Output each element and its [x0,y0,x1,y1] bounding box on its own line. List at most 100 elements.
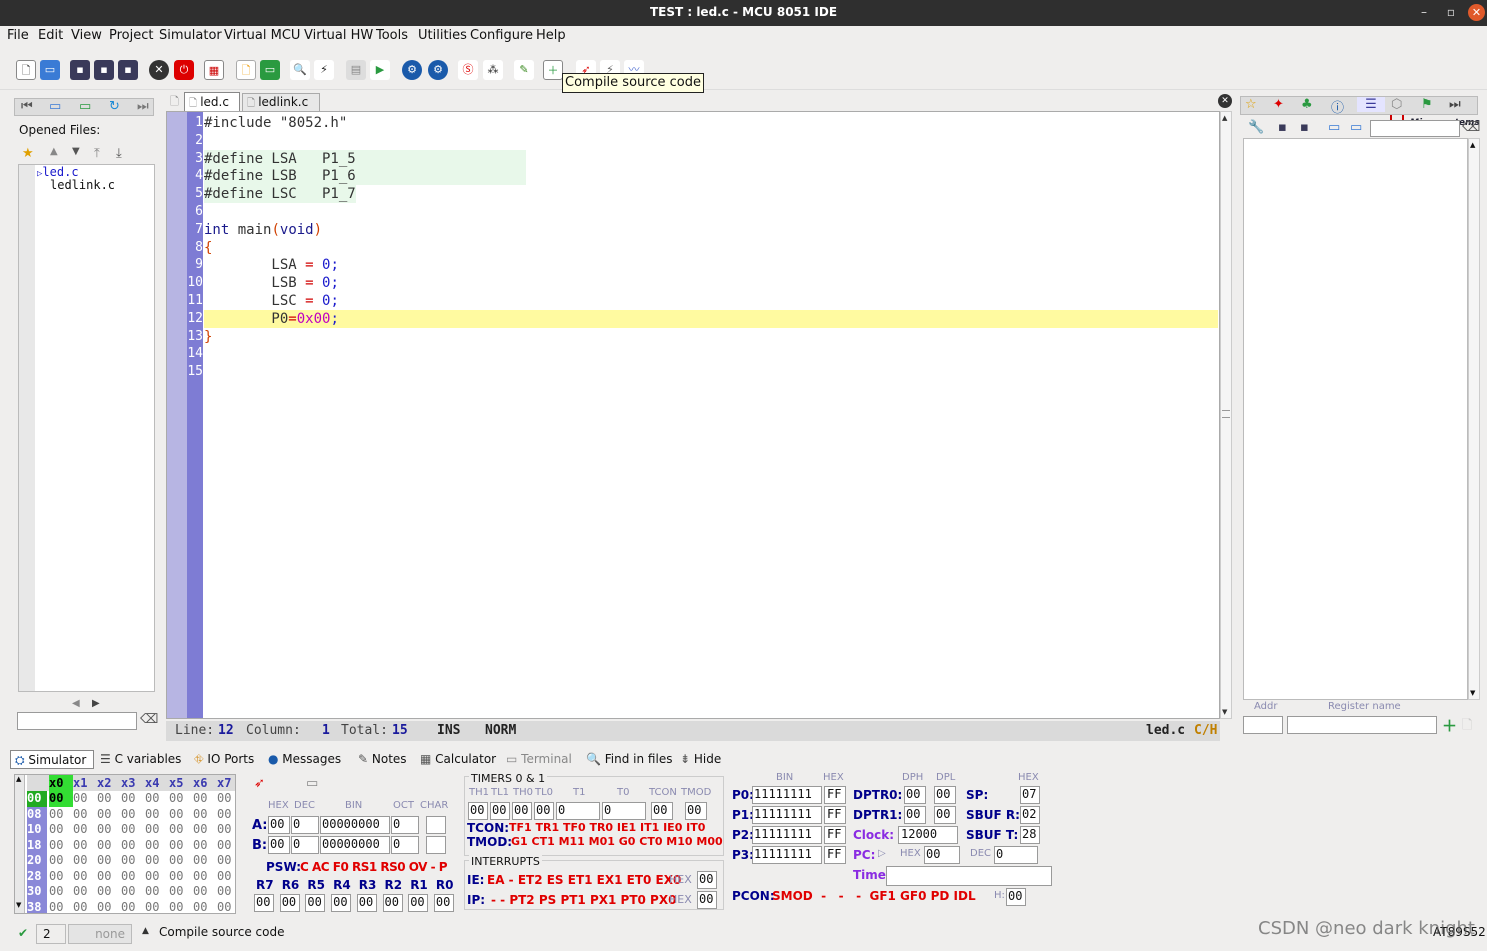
tab-c-variables[interactable]: ☰ C variables [100,750,181,768]
memory-cell[interactable]: 00 [217,822,235,838]
memory-cell[interactable]: 00 [73,807,97,823]
files-icon[interactable]: ▭ [49,99,61,114]
code-line[interactable]: 11 LSC = 0; [167,292,1217,310]
tl0-field[interactable]: 00 [534,802,554,820]
bottom-icon[interactable]: ⤓ [116,146,122,161]
menu-simulator[interactable]: Simulator [159,28,222,43]
prev-icon[interactable]: ⏮ [21,99,33,114]
rn-field[interactable]: 00 [331,894,352,912]
clock-field[interactable]: 12000 [898,826,958,844]
file-filter-input[interactable] [17,712,137,730]
memory-cell[interactable]: 00 [121,838,145,854]
bookmarks-icon[interactable]: ☆ [1245,97,1257,112]
new-file-icon[interactable]: 🗋 [16,60,36,80]
close-button[interactable]: ✕ [1468,4,1485,21]
menu-tools[interactable]: Tools [376,28,408,43]
memory-cell[interactable]: 00 [121,822,145,838]
reg-b-hex[interactable]: 00 [268,836,290,854]
tab-calculator[interactable]: ▦ Calculator [420,750,496,768]
memory-cell[interactable]: 00 [145,791,169,807]
memory-cell[interactable]: 00 [145,884,169,900]
new-project-icon[interactable]: 🗋 [236,60,256,80]
open-file-icon[interactable]: ▭ [40,60,60,80]
reg-a-dec[interactable]: 0 [291,816,319,834]
find-icon[interactable]: 🔍 [290,60,310,80]
start-sim-icon[interactable]: ▤ [346,60,366,80]
menu-utilities[interactable]: Utilities [418,28,467,43]
tcon-field[interactable]: 00 [651,802,673,820]
pcon-bits[interactable]: SMOD - - - GF1 GF0 PD IDL [772,889,976,903]
code-line[interactable]: 10 LSB = 0; [167,274,1217,292]
breakpoints-icon[interactable]: ✦ [1273,97,1284,112]
file-item-ledlink-c[interactable]: ledlink.c [50,178,115,192]
code-line[interactable]: 7 int main(void) [167,221,1217,239]
reg-a-bin[interactable]: 00000000 [320,816,390,834]
register-name-input[interactable] [1287,716,1437,734]
port-hex-field[interactable]: FF [824,786,846,804]
t0-field[interactable]: 0 [602,802,646,820]
memory-cell[interactable]: 00 [169,822,193,838]
memory-cell[interactable]: 00 [145,838,169,854]
memory-cell[interactable]: 00 [169,853,193,869]
tmod-bits[interactable]: G1 CT1 M11 M01 G0 CT0 M10 M00 [511,835,723,848]
tab-notes[interactable]: ✎ Notes [358,750,407,768]
reg-a-char[interactable] [426,816,446,834]
port-bin-field[interactable]: 11111111 [752,826,822,844]
reg-b-bin[interactable]: 00000000 [320,836,390,854]
menu-file[interactable]: File [7,28,29,43]
memory-cell[interactable]: 00 [121,791,145,807]
ie-bits[interactable]: EA - ET2 ES ET1 EX1 ET0 EX0 [487,873,681,887]
right-saveas-icon[interactable]: ▪ [1300,120,1309,135]
th0-field[interactable]: 00 [512,802,532,820]
up-icon[interactable]: ▲ [50,146,58,157]
code-line[interactable]: 6 [167,203,1217,221]
memory-cell[interactable]: 00 [121,869,145,885]
memory-cell[interactable]: 00 [73,884,97,900]
flag-icon[interactable]: ⚑ [1421,97,1433,112]
file-item-led-c[interactable]: ▷led.c [37,165,79,179]
time-field[interactable] [886,866,1052,886]
rn-field[interactable]: 00 [254,894,274,912]
tab-io-ports[interactable]: ⛗ IO Ports [194,750,254,768]
port-bin-field[interactable]: 11111111 [752,786,822,804]
reg-b-oct[interactable]: 0 [391,836,419,854]
memory-cell[interactable]: 00 [97,853,121,869]
tab-led-c[interactable]: 🗋 led.c [184,92,240,111]
code-line[interactable]: 13} [167,328,1217,346]
reg-a-hex[interactable]: 00 [268,816,290,834]
compile-icon[interactable]: ＋ [543,60,563,80]
tab-ledlink-c[interactable]: 🗋 ledlink.c [242,93,320,111]
dpl1-field[interactable]: 00 [934,806,956,824]
right-save-icon[interactable]: ▪ [1278,120,1287,135]
memory-cell[interactable]: 00 [97,884,121,900]
memory-cell[interactable]: 00 [193,838,217,854]
memory-cell[interactable]: 00 [169,838,193,854]
tab-messages[interactable]: ● Messages [268,750,341,768]
memory-cell[interactable]: 00 [97,900,121,914]
dph0-field[interactable]: 00 [904,786,926,804]
pc-hex-field[interactable]: 00 [924,846,960,864]
memory-cell[interactable]: 00 [121,900,145,914]
save-as-icon[interactable]: ▪ [94,60,114,80]
restore-button[interactable]: ▫ [1447,0,1455,26]
reg-b-char[interactable] [426,836,446,854]
menu-virtual-mcu[interactable]: Virtual MCU [224,28,300,43]
memory-cell[interactable]: 00 [217,791,235,807]
project-icon[interactable]: ▦ [204,60,224,80]
sbuf-t-field[interactable]: 28 [1020,826,1040,844]
register-list-icon[interactable]: ☰ [1357,97,1385,112]
memory-cell[interactable]: 00 [169,807,193,823]
memory-cell[interactable]: 00 [121,884,145,900]
scroll-left-icon[interactable]: ◀ [72,698,80,709]
next-tab-icon[interactable]: ⏭ [1449,97,1461,112]
memory-cell[interactable]: 00 [193,884,217,900]
open-project-icon[interactable]: ▭ [260,60,280,80]
exit-icon[interactable]: ⏻ [174,60,194,80]
dpl0-field[interactable]: 00 [934,786,956,804]
memory-cell[interactable]: 00 [73,900,97,914]
memory-cell[interactable]: 00 [97,838,121,854]
ip-hex[interactable]: 00 [697,891,717,909]
menu-edit[interactable]: Edit [38,28,63,43]
menu-virtual-hw[interactable]: Virtual HW [304,28,373,43]
ip-bits[interactable]: - - PT2 PS PT1 PX1 PT0 PX0 [491,893,676,907]
